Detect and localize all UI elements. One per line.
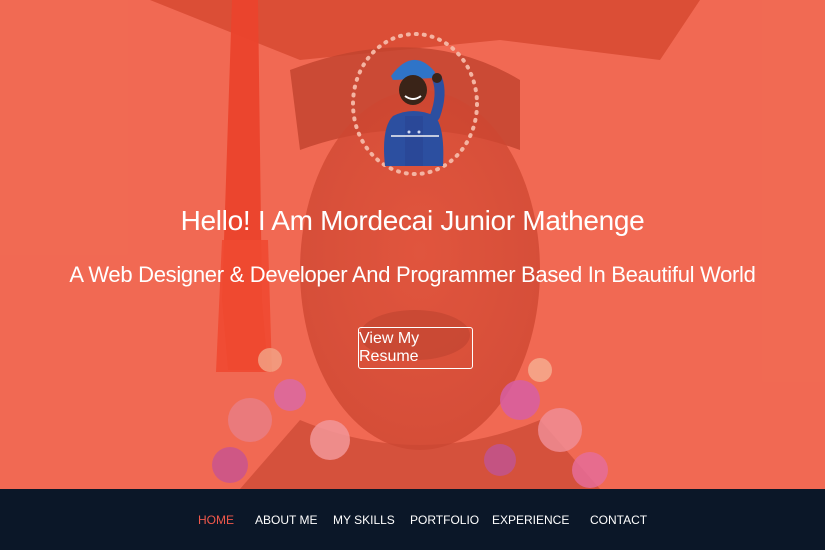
hero-subtitle: A Web Designer & Developer And Programme… bbox=[69, 262, 756, 287]
nav-item-portfolio[interactable]: PORTFOLIO bbox=[410, 489, 479, 550]
nav-item-contact[interactable]: CONTACT bbox=[590, 489, 647, 550]
hero-section: Hello! I Am Mordecai Junior Mathenge A W… bbox=[0, 0, 825, 489]
view-resume-button[interactable]: View My Resume bbox=[358, 327, 473, 369]
nav-item-about-me[interactable]: ABOUT ME bbox=[255, 489, 317, 550]
navbar: HOME ABOUT ME MY SKILLS PORTFOLIO EXPERI… bbox=[0, 489, 825, 550]
nav-item-my-skills[interactable]: MY SKILLS bbox=[333, 489, 395, 550]
hero-title: Hello! I Am Mordecai Junior Mathenge bbox=[180, 205, 645, 236]
avatar bbox=[351, 32, 479, 176]
nav-item-experience[interactable]: EXPERIENCE bbox=[492, 489, 569, 550]
nav-item-home[interactable]: HOME bbox=[198, 489, 234, 550]
